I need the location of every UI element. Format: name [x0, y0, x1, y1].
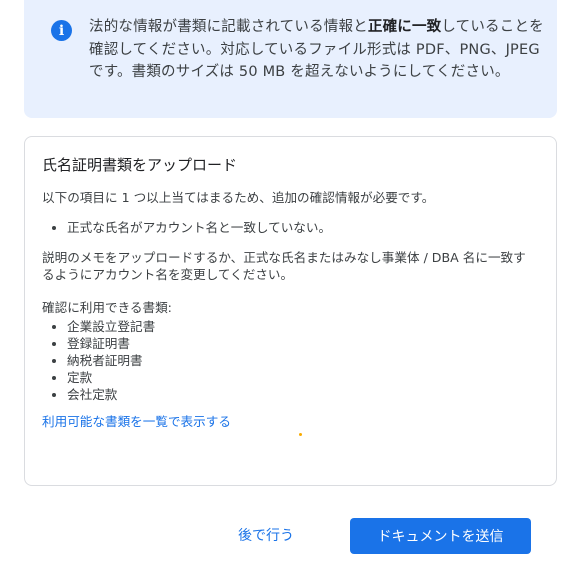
instruction-text: 説明のメモをアップロードするか、正式な氏名またはみなし事業体 / DBA 名に一… [42, 250, 526, 282]
list-item: 企業設立登記書 [42, 318, 155, 335]
intro-text: 以下の項目に 1 つ以上当てはまるため、追加の確認情報が必要です。 [42, 190, 435, 205]
list-item: 納税者証明書 [42, 352, 155, 369]
documents-heading: 確認に利用できる書類: [42, 300, 172, 315]
view-all-documents-link[interactable]: 利用可能な書類を一覧で表示する [42, 411, 231, 430]
decorative-dot [299, 433, 302, 436]
info-banner-text: 法的な情報が書類に記載されている情報と正確に一致していることを確認してください。… [89, 19, 544, 80]
later-button[interactable]: 後で行う [226, 522, 306, 548]
list-item: 登録証明書 [42, 335, 155, 352]
info-banner-emphasis: 正確に一致 [367, 19, 442, 35]
list-item: 正式な氏名がアカウント名と一致していない。 [42, 219, 331, 236]
reasons-list: 正式な氏名がアカウント名と一致していない。 [42, 219, 331, 236]
documents-list: 企業設立登記書 登録証明書 納税者証明書 定款 会社定款 [42, 318, 155, 403]
upload-card: 氏名証明書類をアップロード 以下の項目に 1 つ以上当てはまるため、追加の確認情… [24, 136, 557, 486]
list-item: 会社定款 [42, 386, 155, 403]
card-title: 氏名証明書類をアップロード [42, 156, 238, 174]
info-banner: i 法的な情報が書類に記載されている情報と正確に一致していることを確認してくださ… [24, 0, 557, 118]
info-icon: i [51, 20, 72, 41]
list-item: 定款 [42, 369, 155, 386]
submit-documents-button[interactable]: ドキュメントを送信 [350, 518, 531, 554]
